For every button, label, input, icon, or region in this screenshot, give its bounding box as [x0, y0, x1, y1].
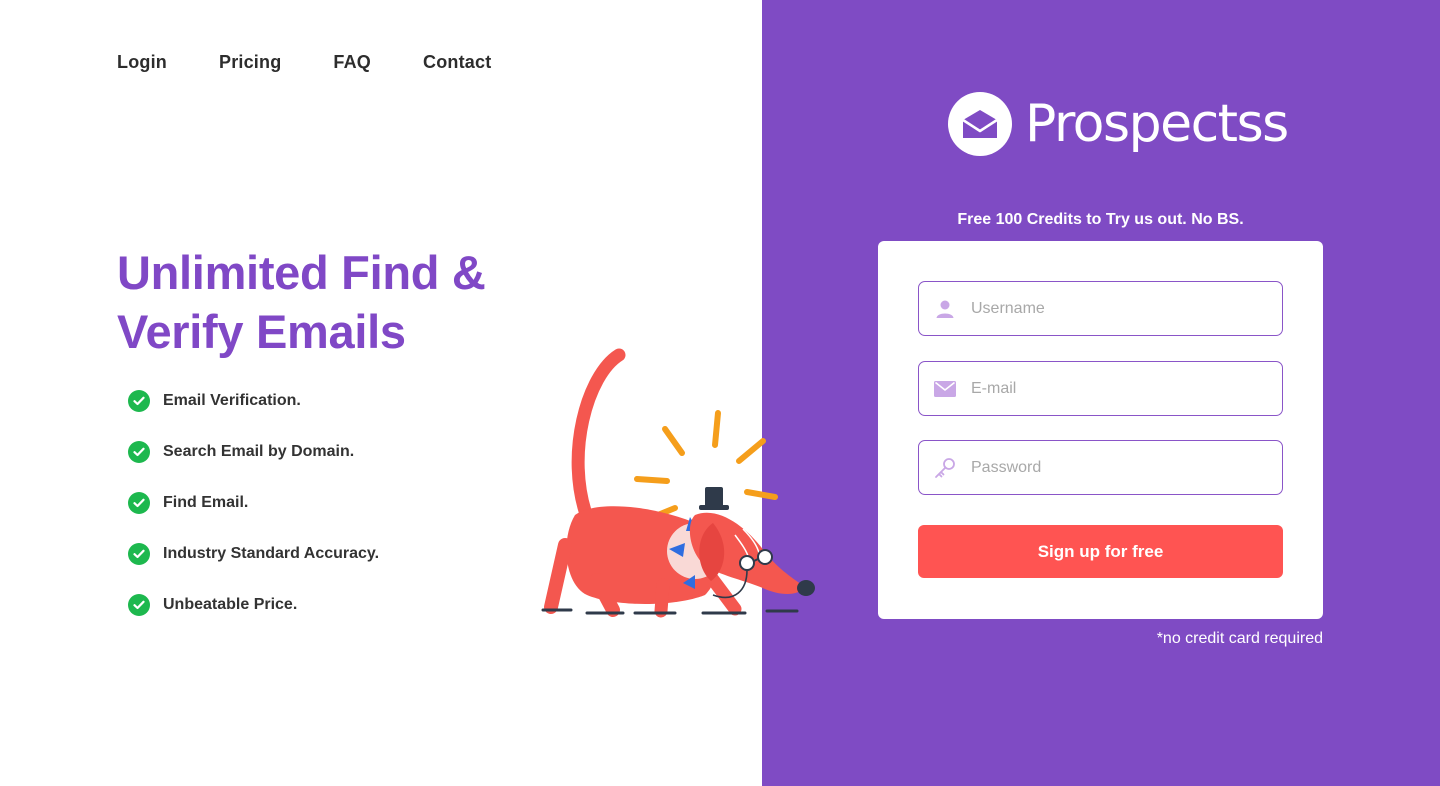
check-circle-icon: [128, 390, 150, 412]
email-field[interactable]: [918, 361, 1283, 416]
feature-text: Unbeatable Price.: [163, 596, 298, 613]
feature-item: Search Email by Domain.: [128, 440, 379, 464]
feature-text: Email Verification.: [163, 392, 301, 409]
nav-contact-link[interactable]: Contact: [423, 52, 491, 73]
brand-name: Prospectss: [1025, 94, 1289, 154]
check-circle-icon: [128, 594, 150, 616]
user-icon: [934, 298, 956, 320]
hero-title-line1: Unlimited Find &: [117, 246, 486, 299]
feature-text: Search Email by Domain.: [163, 443, 355, 460]
promo-text: Free 100 Credits to Try us out. No BS.: [957, 211, 1244, 228]
envelope-icon: [948, 92, 1012, 156]
signup-button[interactable]: Sign up for free: [918, 525, 1283, 578]
username-input[interactable]: [971, 299, 1271, 318]
feature-list: Email Verification. Search Email by Doma…: [128, 389, 379, 644]
password-field[interactable]: [918, 440, 1283, 495]
mail-icon: [934, 378, 956, 400]
key-icon: [934, 457, 956, 479]
nav-faq-link[interactable]: FAQ: [333, 52, 371, 73]
no-credit-card-note: *no credit card required: [1156, 630, 1323, 647]
signup-card: Sign up for free: [878, 241, 1323, 619]
feature-item: Unbeatable Price.: [128, 593, 379, 617]
username-field[interactable]: [918, 281, 1283, 336]
feature-item: Industry Standard Accuracy.: [128, 542, 379, 566]
feature-item: Find Email.: [128, 491, 379, 515]
feature-text: Industry Standard Accuracy.: [163, 545, 380, 562]
check-circle-icon: [128, 543, 150, 565]
dog-illustration: [541, 348, 815, 618]
feature-text: Find Email.: [163, 494, 249, 511]
brand-logo: Prospectss: [948, 92, 1289, 156]
check-circle-icon: [128, 492, 150, 514]
password-input[interactable]: [971, 458, 1271, 477]
email-input[interactable]: [971, 379, 1271, 398]
check-circle-icon: [128, 441, 150, 463]
feature-item: Email Verification.: [128, 389, 379, 413]
nav-pricing-link[interactable]: Pricing: [219, 52, 281, 73]
nav-login-link[interactable]: Login: [117, 52, 167, 73]
top-nav: Login Pricing FAQ Contact: [117, 50, 543, 74]
hero-title-line2: Verify Emails: [117, 305, 406, 358]
hero-title: Unlimited Find & Verify Emails: [117, 243, 597, 361]
